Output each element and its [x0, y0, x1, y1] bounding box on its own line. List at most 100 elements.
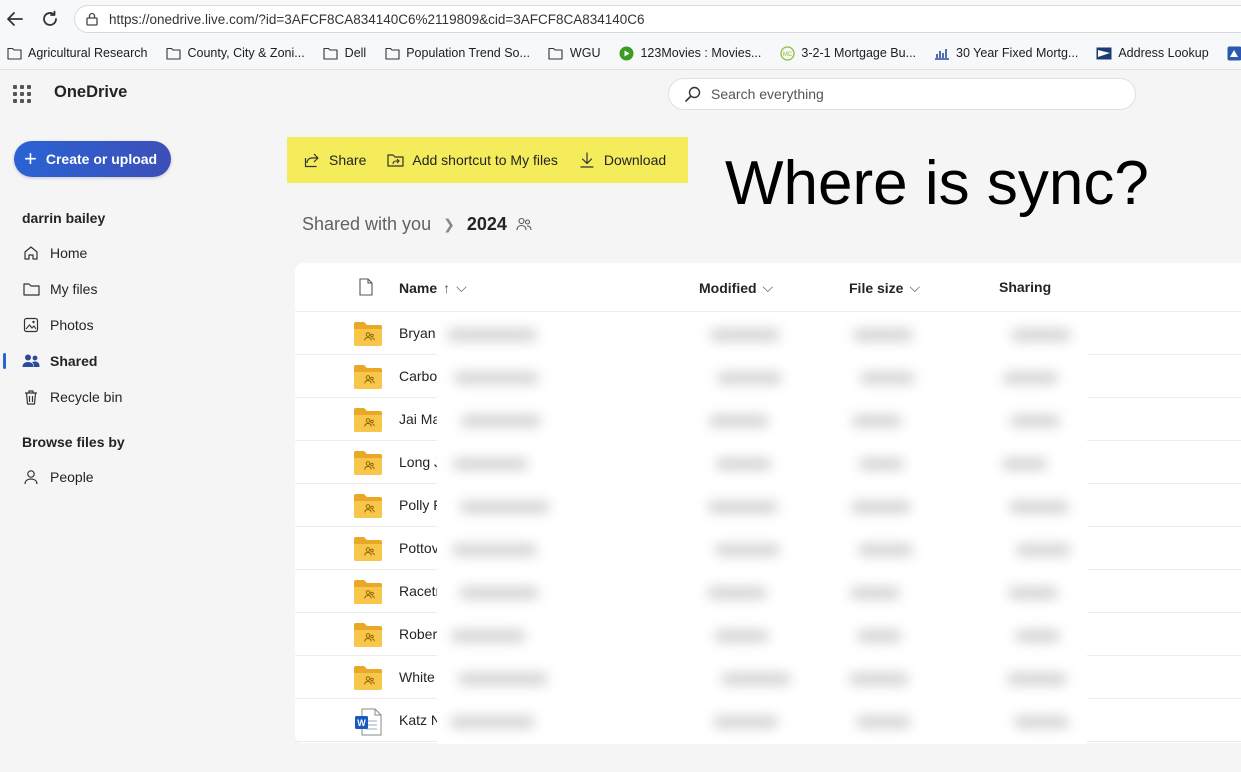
redaction-blur [857, 630, 902, 642]
play-icon [618, 45, 634, 61]
address-bar[interactable]: https://onedrive.live.com/?id=3AFCF8CA83… [74, 5, 1241, 33]
sidebar-item-photos[interactable]: Photos [22, 313, 94, 337]
share-icon [303, 151, 321, 169]
sidebar-item-home[interactable]: Home [22, 241, 87, 265]
file-name[interactable]: Bryan [399, 325, 436, 341]
create-label: Create or upload [45, 151, 158, 167]
user-name: darrin bailey [22, 210, 106, 226]
shared-folder-icon [353, 364, 383, 390]
sidebar-item-label: People [50, 469, 94, 485]
bookmark-label: Population Trend So... [406, 46, 530, 60]
bookmark-item[interactable]: Agricultural Research [6, 45, 148, 61]
breadcrumb-shared-with-you[interactable]: Shared with you [302, 214, 431, 235]
download-icon [578, 151, 596, 169]
redaction-blur [716, 458, 771, 470]
shared-people-icon [515, 215, 533, 233]
add-shortcut-label: Add shortcut to My files [412, 152, 558, 168]
bookmark-item[interactable]: MC 3-2-1 Mortgage Bu... [779, 45, 916, 61]
bookmark-item[interactable]: 123Movies : Movies... [618, 45, 761, 61]
redaction-blur [707, 587, 767, 599]
reload-icon[interactable] [38, 7, 62, 31]
folder-icon [323, 45, 339, 61]
file-name[interactable]: Jai Ma [399, 411, 440, 427]
redaction-blur [859, 458, 904, 470]
file-name[interactable]: White [399, 669, 435, 685]
redaction-blur [1008, 587, 1058, 599]
column-header-sharing[interactable]: Sharing [999, 279, 1051, 295]
sort-up-icon: ↑ [443, 279, 451, 296]
redaction-blur [1016, 544, 1071, 556]
redaction-blur [451, 630, 526, 642]
redaction-blur [459, 587, 539, 599]
redaction-blur [1014, 716, 1069, 728]
file-name[interactable]: Pottov [399, 540, 439, 556]
sidebar-item-label: Home [50, 245, 88, 261]
file-name[interactable]: Katz N [399, 712, 441, 728]
folder-icon [6, 45, 22, 61]
usps-icon [1096, 45, 1112, 61]
folder-icon [22, 280, 40, 298]
sidebar-item-my-files[interactable]: My files [22, 277, 97, 301]
command-bar: Share Add shortcut to My files Download [287, 137, 688, 183]
bookmark-item[interactable]: Agridata [1227, 45, 1241, 61]
chevron-right-icon: ❯ [443, 215, 455, 232]
redaction-blur [1015, 630, 1060, 642]
bookmark-label: Address Lookup [1118, 46, 1209, 60]
redaction-blur [850, 587, 900, 599]
bookmark-item[interactable]: 30 Year Fixed Mortg... [934, 45, 1078, 61]
search-box[interactable] [668, 78, 1136, 110]
redaction-blur [1003, 372, 1058, 384]
sidebar-item-shared[interactable]: Shared [22, 349, 97, 373]
column-header-modified[interactable]: Modified ⌵ [699, 279, 773, 296]
bookmark-item[interactable]: County, City & Zoni... [166, 45, 305, 61]
file-list-header: Name ↑ ⌵ Modified ⌵ File size ⌵ Sharing [295, 263, 1241, 312]
file-name[interactable]: Carbo [399, 368, 437, 384]
bookmark-label: 123Movies : Movies... [640, 46, 762, 60]
bookmark-label: Dell [344, 46, 367, 60]
file-name[interactable]: Long J [399, 454, 441, 470]
word-doc-icon: W [353, 708, 383, 736]
bookmark-item[interactable]: Address Lookup [1096, 45, 1209, 61]
trash-icon [22, 388, 40, 406]
download-button[interactable]: Download [578, 151, 666, 169]
sidebar-item-recycle-bin[interactable]: Recycle bin [22, 385, 122, 409]
column-header-file-size[interactable]: File size ⌵ [849, 279, 920, 296]
url-text: https://onedrive.live.com/?id=3AFCF8CA83… [109, 11, 645, 27]
create-or-upload-button[interactable]: + Create or upload [14, 141, 171, 177]
share-label: Share [329, 152, 367, 168]
app-title[interactable]: OneDrive [54, 83, 127, 102]
redaction-blur [461, 415, 541, 427]
chevron-down-icon: ⌵ [909, 279, 921, 295]
bookmark-item[interactable]: Dell [323, 45, 367, 61]
app-launcher-icon[interactable] [13, 85, 31, 103]
people-icon [22, 352, 40, 370]
redaction-blur [450, 716, 535, 728]
site-info-icon[interactable] [83, 10, 101, 28]
redaction-blur [453, 458, 528, 470]
bookmark-item[interactable]: Population Trend So... [384, 45, 530, 61]
file-name[interactable]: Polly F [399, 497, 442, 513]
share-button[interactable]: Share [303, 151, 366, 169]
chevron-down-icon: ⌵ [762, 279, 774, 295]
search-input[interactable] [711, 86, 1111, 102]
annotation-text: Where is sync? [725, 149, 1149, 218]
download-label: Download [603, 152, 667, 168]
back-icon[interactable] [3, 7, 27, 31]
file-name[interactable]: Rober [399, 626, 437, 642]
sidebar-item-label: Shared [50, 353, 98, 369]
svg-text:MC: MC [783, 52, 793, 58]
redaction-area [437, 313, 1087, 744]
redaction-blur [853, 329, 913, 341]
file-name[interactable]: Racetr [399, 583, 440, 599]
redaction-blur [1010, 415, 1060, 427]
plus-icon: + [24, 146, 37, 171]
redaction-blur [713, 716, 778, 728]
search-icon [683, 84, 703, 104]
sidebar-item-people[interactable]: People [22, 465, 94, 489]
add-shortcut-button[interactable]: Add shortcut to My files [386, 151, 558, 169]
redaction-blur [851, 501, 911, 513]
bookmark-item[interactable]: WGU [548, 45, 600, 61]
svg-text:W: W [357, 718, 366, 728]
shared-folder-icon [353, 622, 383, 648]
column-header-name[interactable]: Name ↑ ⌵ [399, 279, 467, 296]
